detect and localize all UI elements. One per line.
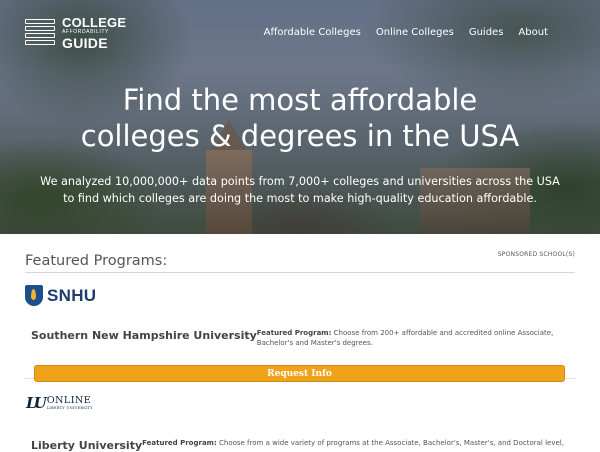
- featured-programs-title: Featured Programs:: [25, 253, 168, 269]
- hero-headline: Find the most affordable colleges & degr…: [0, 82, 600, 154]
- request-info-button[interactable]: Request Info: [34, 365, 565, 382]
- liberty-logo-online: ONLINE: [46, 395, 92, 406]
- program-description: Featured Program: Choose from a wide var…: [142, 438, 582, 448]
- nav-online-colleges[interactable]: Online Colleges: [376, 27, 454, 38]
- sponsored-label: SPONSORED SCHOOL(S): [497, 251, 575, 258]
- program-text-line-1: Choose from a wide variety of programs a…: [216, 439, 564, 447]
- logo-line-3: GUIDE: [62, 35, 108, 51]
- hero-headline-line-2: colleges & degrees in the USA: [80, 119, 520, 153]
- liberty-logo-words: ONLINE LIBERTY UNIVERSITY: [47, 396, 93, 410]
- section-divider: [25, 272, 575, 273]
- bookshelf-logo-icon: [24, 17, 56, 49]
- hero-banner: COLLEGE AFFORDABILITY GUIDE Affordable C…: [0, 0, 600, 234]
- hero-subtext-line-1: We analyzed 10,000,000+ data points from…: [40, 175, 560, 188]
- program-text-line-1: Choose from 200+ affordable and accredit…: [331, 329, 554, 337]
- logo-wordmark: COLLEGE AFFORDABILITY GUIDE: [62, 16, 126, 50]
- nav-about[interactable]: About: [518, 27, 548, 38]
- liberty-lu-mark-icon: LU: [26, 394, 47, 412]
- program-label: Featured Program:: [256, 329, 332, 337]
- program-label: Featured Program:: [142, 439, 217, 447]
- program-description: Featured Program: Choose from 200+ affor…: [257, 328, 567, 348]
- hero-subtext: We analyzed 10,000,000+ data points from…: [0, 173, 600, 207]
- nav-guides[interactable]: Guides: [469, 27, 504, 38]
- main-nav: Affordable Colleges Online Colleges Guid…: [264, 27, 548, 38]
- site-logo[interactable]: COLLEGE AFFORDABILITY GUIDE: [24, 16, 126, 50]
- snhu-flame-shield-icon: [25, 285, 43, 306]
- school-name[interactable]: Liberty University: [31, 439, 142, 452]
- liberty-online-logo[interactable]: LU ONLINE LIBERTY UNIVERSITY: [26, 394, 93, 412]
- program-text-line-2: Bachelor's and Master's degrees.: [256, 339, 373, 347]
- hero-headline-line-1: Find the most affordable: [122, 83, 478, 117]
- school-name[interactable]: Southern New Hampshire University: [31, 329, 257, 342]
- logo-line-1: COLLEGE: [62, 15, 127, 30]
- snhu-logo-text: SNHU: [47, 285, 97, 305]
- snhu-logo[interactable]: SNHU: [25, 285, 96, 306]
- liberty-logo-subtext: LIBERTY UNIVERSITY: [46, 405, 93, 410]
- nav-affordable-colleges[interactable]: Affordable Colleges: [264, 27, 361, 38]
- school-listing-snhu: Southern New Hampshire University Featur…: [31, 328, 567, 348]
- hero-subtext-line-2: to find which colleges are doing the mos…: [63, 192, 537, 205]
